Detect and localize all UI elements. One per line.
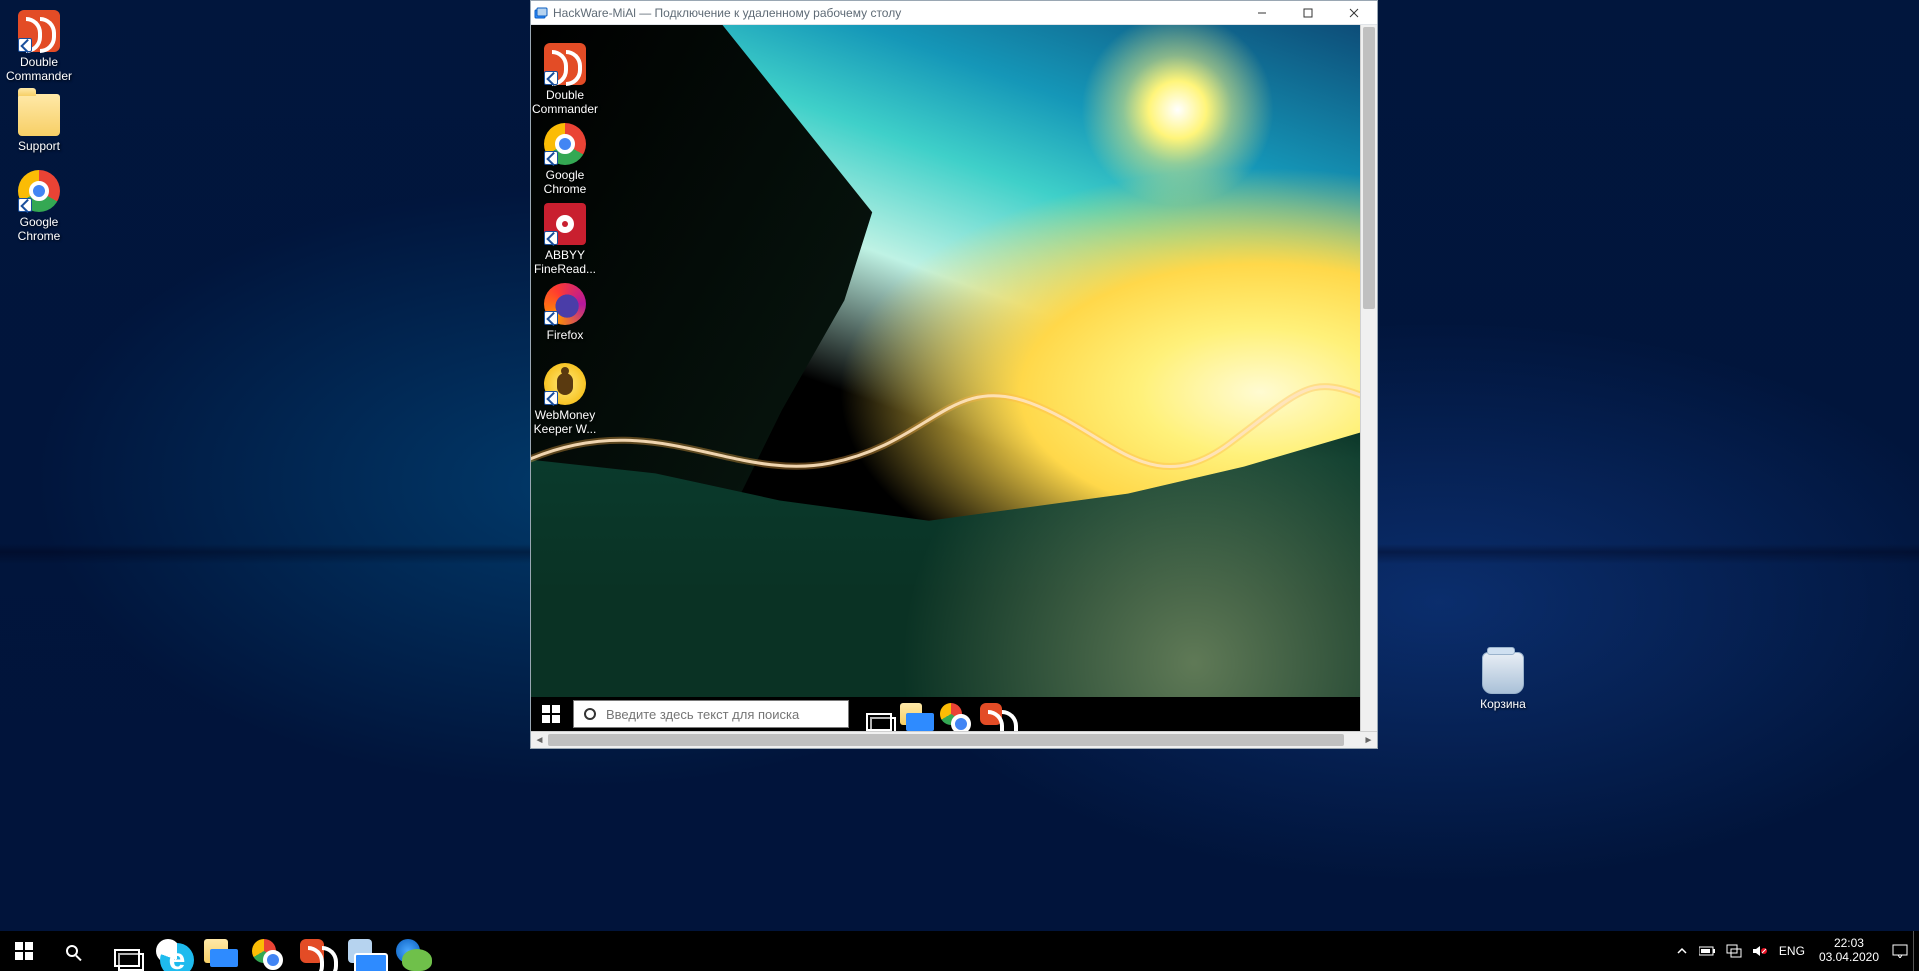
remote-taskbar [531,697,1360,731]
dc-icon [544,43,586,85]
icon-label: Google Chrome [544,169,587,197]
rdp-titlebar[interactable]: HackWare-MiAl — Подключение к удаленному… [531,1,1377,25]
remote-desktop-icon-google-chrome[interactable]: Google Chrome [533,123,597,197]
scrollbar-thumb[interactable] [1363,27,1375,309]
host-desktop-icon-support[interactable]: Support [2,94,76,154]
notification-icon [1892,944,1908,958]
shortcut-overlay-icon [544,391,558,405]
chrome-icon [252,939,276,963]
shortcut-overlay-icon [544,151,558,165]
tray-overflow-button[interactable] [1669,931,1695,971]
rdp-icon [348,939,372,963]
shortcut-overlay-icon [544,71,558,85]
ie-icon [156,939,180,963]
host-taskbar-app-chrome[interactable] [240,931,288,971]
remote-task-view-button[interactable] [851,697,891,731]
host-taskbar-app-double-commander[interactable] [288,931,336,971]
host-search-button[interactable] [48,931,96,971]
remote-desktop-icon-webmoney[interactable]: WebMoney Keeper W... [533,363,597,437]
shortcut-overlay-icon [18,198,32,212]
host-taskbar-app-explorer[interactable] [192,931,240,971]
tray-battery-icon[interactable] [1695,931,1721,971]
host-taskbar-app-ie[interactable] [144,931,192,971]
rdp-app-icon [531,6,551,20]
wm-icon [544,363,586,405]
search-icon [574,708,606,720]
remote-desktop-icon-double-commander[interactable]: Double Commander [533,43,597,117]
windows-icon [542,705,560,723]
icon-label: Double Commander [6,56,72,84]
trash-icon [1482,652,1524,694]
dc-icon [300,939,324,963]
dc-icon [18,10,60,52]
host-taskbar: ENG 22:03 03.04.2020 [0,931,1919,971]
tray-clock[interactable]: 22:03 03.04.2020 [1811,937,1887,965]
remote-desktop-icon-firefox[interactable]: Firefox [533,283,597,343]
scroll-left-button[interactable]: ◄ [531,732,548,749]
shortcut-overlay-icon [544,231,558,245]
abbyy-icon [544,203,586,245]
task-view-icon [108,939,132,963]
rdp-vertical-scrollbar[interactable] [1360,25,1377,731]
host-taskbar-app-rdp[interactable] [336,931,384,971]
host-desktop-icon-google-chrome[interactable]: Google Chrome [2,170,76,244]
dc-icon [980,703,1002,725]
icon-label: Double Commander [532,89,598,117]
folder-icon [18,94,60,136]
host-task-view-button[interactable] [96,931,144,971]
close-button[interactable] [1331,1,1377,24]
icon-label: WebMoney Keeper W... [534,409,597,437]
rdp-window-title: HackWare-MiAl — Подключение к удаленному… [551,6,901,20]
explorer-icon [900,703,922,725]
tray-network-icon[interactable] [1721,931,1747,971]
show-desktop-button[interactable] [1913,931,1919,971]
remote-taskbar-app-explorer[interactable] [891,697,931,731]
chrome-icon [940,703,962,725]
remote-taskbar-app-chrome[interactable] [931,697,971,731]
remote-desktop-icon-abbyy[interactable]: ABBYY FineRead... [533,203,597,277]
task-view-icon [860,703,882,725]
remote-taskbar-app-double-commander[interactable] [971,697,1011,731]
icon-label: Google Chrome [18,216,61,244]
chevron-up-icon [1677,946,1687,956]
recycle-bin-label: Корзина [1480,698,1526,712]
host-system-tray: ENG 22:03 03.04.2020 [1669,931,1919,971]
world-icon [396,939,420,963]
rdp-remote-screen[interactable]: Double Commander Google Chrome ABBYY FineR… [531,25,1360,731]
tray-time: 22:03 [1834,937,1864,951]
icon-label: Firefox [547,329,584,343]
chrome-icon [544,123,586,165]
icon-label: ABBYY FineRead... [534,249,596,277]
rdp-window[interactable]: HackWare-MiAl — Подключение к удаленному… [530,0,1378,749]
host-desktop[interactable]: Double Commander Support Google Chrome Кор… [0,0,1919,971]
shortcut-overlay-icon [18,38,32,52]
maximize-button[interactable] [1285,1,1331,24]
firefox-icon [544,283,586,325]
remote-search-box[interactable] [573,700,849,728]
shortcut-overlay-icon [544,311,558,325]
host-taskbar-app-world-app[interactable] [384,931,432,971]
host-desktop-icon-double-commander[interactable]: Double Commander [2,10,76,84]
explorer-icon [204,939,228,963]
windows-icon [15,942,33,960]
icon-label: Support [18,140,60,154]
tray-date: 03.04.2020 [1819,951,1879,965]
search-icon [66,945,78,957]
recycle-bin[interactable]: Корзина [1466,652,1540,712]
chrome-icon [18,170,60,212]
tray-volume-icon[interactable] [1747,931,1773,971]
tray-action-center-button[interactable] [1887,931,1913,971]
rdp-horizontal-scrollbar[interactable]: ◄ ► [531,731,1377,748]
scrollbar-thumb[interactable] [548,734,1344,746]
scroll-right-button[interactable]: ► [1360,732,1377,749]
remote-start-button[interactable] [531,697,571,731]
tray-language[interactable]: ENG [1773,944,1811,958]
remote-search-input[interactable] [606,707,848,722]
minimize-button[interactable] [1239,1,1285,24]
host-start-button[interactable] [0,931,48,971]
